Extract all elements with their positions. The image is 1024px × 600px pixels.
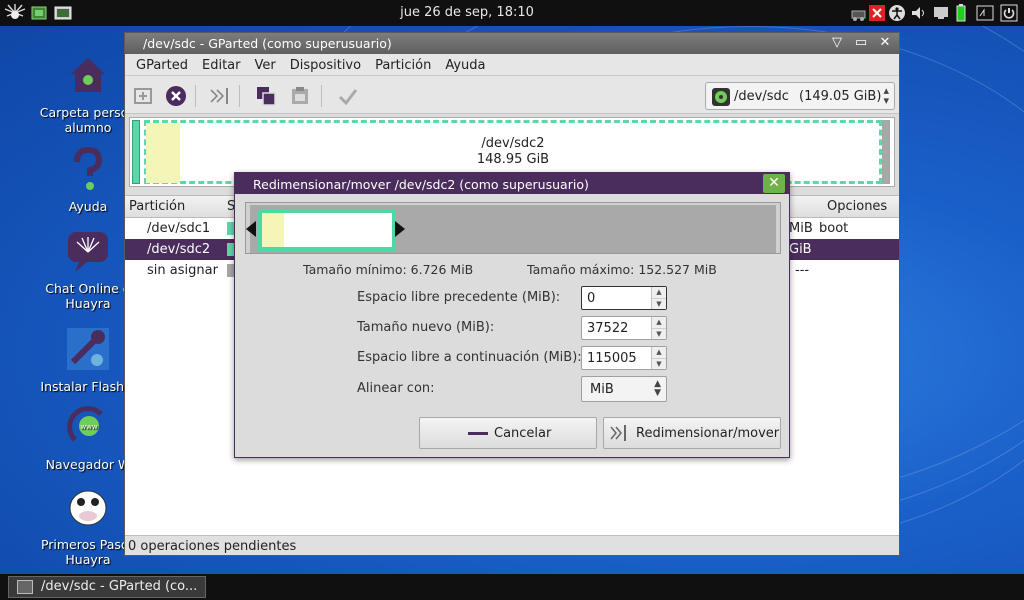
menu-editar[interactable]: Editar [195, 54, 248, 75]
help-icon [74, 146, 103, 190]
power-icon[interactable] [1000, 4, 1018, 22]
resize-move-icon [610, 425, 626, 441]
spin-up-icon[interactable]: ▲ [652, 347, 666, 358]
menu-particion[interactable]: Partición [368, 54, 438, 75]
cancel-label: Cancelar [494, 426, 552, 441]
maximize-button[interactable]: ▭ [853, 35, 869, 51]
window-title: /dev/sdc - GParted (como superusuario) [143, 36, 392, 51]
size-tail: MiB [789, 221, 813, 236]
partition-flags: boot [819, 221, 849, 236]
toolbar: /dev/sdc (149.05 GiB) ▴ ▾ [125, 76, 899, 114]
paste-icon[interactable] [289, 85, 311, 107]
svg-text:www: www [80, 423, 97, 431]
partition-size-label: 148.95 GiB [476, 152, 550, 167]
menu-ver[interactable]: Ver [248, 54, 283, 75]
free-before-input[interactable] [584, 289, 650, 307]
menu-dispositivo[interactable]: Dispositivo [283, 54, 368, 75]
toolbar-separator [195, 85, 196, 107]
menu-gparted[interactable]: GParted [129, 54, 195, 75]
close-button[interactable]: ✕ [877, 35, 893, 51]
delete-partition-icon[interactable] [165, 85, 187, 107]
top-panel: jue 26 de sep, 18:10 [0, 0, 1024, 26]
close-red-icon[interactable] [868, 4, 886, 22]
clock[interactable]: jue 26 de sep, 18:10 [0, 5, 934, 20]
free-after-label: Espacio libre a continuación (MiB): [357, 350, 582, 365]
taskbar-item-label: /dev/sdc - GParted (co... [41, 579, 198, 594]
window-titlebar[interactable]: /dev/sdc - GParted (como superusuario) ▽… [125, 33, 899, 54]
spin-down-icon[interactable]: ▼ [652, 328, 666, 339]
min-size-label: Tamaño mínimo: 6.726 MiB [303, 262, 474, 277]
align-select[interactable]: MiB ▲ ▼ [581, 376, 667, 402]
resize-slider[interactable] [245, 202, 781, 254]
network-icon[interactable] [850, 4, 868, 22]
col-header-particion[interactable]: Partición [129, 199, 185, 214]
resize-move-label: Redimensionar/mover [636, 426, 780, 441]
accessibility-icon[interactable] [888, 4, 906, 22]
used-space-bar [262, 213, 284, 247]
copy-icon[interactable] [255, 85, 277, 107]
max-size-label: Tamaño máximo: 152.527 MiB [527, 262, 717, 277]
align-value: MiB [590, 382, 614, 397]
chat-icon [68, 232, 108, 272]
display-icon[interactable] [932, 4, 950, 22]
disk-icon [712, 88, 730, 106]
spin-down-icon[interactable]: ▼ [652, 298, 666, 309]
size-tail: GiB [789, 242, 812, 257]
new-size-label: Tamaño nuevo (MiB): [357, 320, 495, 335]
toolbar-separator [239, 85, 240, 107]
left-handle-arrow-icon[interactable] [246, 221, 256, 237]
dialog-title: Redimensionar/mover /dev/sdc2 (como supe… [253, 177, 589, 192]
dialog-close-button[interactable]: ✕ [763, 174, 785, 193]
chevron-updown-icon: ▴ ▾ [883, 84, 889, 107]
apply-icon[interactable] [337, 85, 359, 107]
window-menu-button[interactable]: ▽ [829, 35, 845, 51]
cow-icon [69, 490, 107, 526]
device-name: /dev/sdc [734, 89, 789, 104]
right-handle-arrow-icon[interactable] [395, 221, 405, 237]
volume-icon[interactable] [910, 4, 928, 22]
taskbar-item-gparted[interactable]: /dev/sdc - GParted (co... [8, 576, 206, 598]
align-label: Alinear con: [357, 381, 435, 396]
battery-icon[interactable] [952, 4, 970, 22]
cancel-button[interactable]: Cancelar [419, 417, 597, 449]
taskbar: /dev/sdc - GParted (co... [0, 574, 1024, 600]
unallocated-block[interactable] [882, 120, 890, 184]
chevron-updown-icon: ▲ ▼ [654, 379, 661, 398]
home-folder-icon [71, 58, 105, 92]
new-size-input[interactable] [584, 319, 650, 337]
spin-down-icon[interactable]: ▼ [652, 358, 666, 369]
free-after-spinbox[interactable]: ▲▼ [581, 346, 667, 370]
device-size: (149.05 GiB) [799, 89, 882, 104]
resize-move-button[interactable]: Redimensionar/mover [603, 417, 781, 449]
spin-up-icon[interactable]: ▲ [652, 317, 666, 328]
status-bar: 0 operaciones pendientes [125, 535, 899, 555]
menu-ayuda[interactable]: Ayuda [438, 54, 492, 75]
new-partition-icon[interactable] [133, 85, 155, 107]
resize-dialog: Redimensionar/mover /dev/sdc2 (como supe… [234, 172, 790, 458]
dialog-titlebar[interactable]: Redimensionar/mover /dev/sdc2 (como supe… [235, 173, 789, 194]
wifi-icon[interactable] [976, 4, 994, 22]
resize-move-icon[interactable] [209, 85, 231, 107]
device-selector[interactable]: /dev/sdc (149.05 GiB) ▴ ▾ [705, 82, 895, 110]
partition-label: /dev/sdc2 [481, 136, 545, 151]
window-icon [17, 580, 33, 594]
free-before-label: Espacio libre precedente (MiB): [357, 290, 561, 305]
free-after-input[interactable] [584, 349, 650, 367]
browser-icon: www [67, 406, 103, 442]
new-size-spinbox[interactable]: ▲▼ [581, 316, 667, 340]
spin-up-icon[interactable]: ▲ [652, 287, 666, 298]
partition-flags: --- [795, 263, 810, 278]
partition-name: /dev/sdc2 [147, 242, 211, 257]
partition-name: sin asignar [147, 263, 218, 278]
partition-slider-block[interactable] [258, 209, 396, 251]
minus-icon [468, 432, 488, 435]
partition-name: /dev/sdc1 [147, 221, 211, 236]
col-header-opciones[interactable]: Opciones [827, 199, 887, 214]
menubar: GParted Editar Ver Dispositivo Partición… [125, 54, 899, 76]
tools-icon [67, 328, 109, 370]
toolbar-separator [321, 85, 322, 107]
free-before-spinbox[interactable]: ▲▼ [581, 286, 667, 310]
